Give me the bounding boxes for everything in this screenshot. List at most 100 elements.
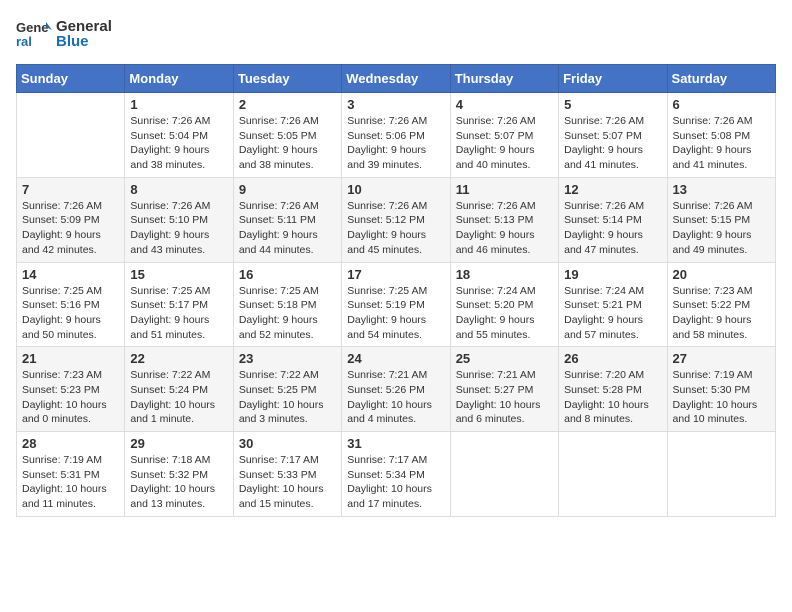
weekday-header-wednesday: Wednesday bbox=[342, 65, 450, 93]
calendar-cell: 18 Sunrise: 7:24 AM Sunset: 5:20 PM Dayli… bbox=[450, 262, 558, 347]
calendar-cell: 15Sunrise: 7:25 AM Sunset: 5:17 PM Dayli… bbox=[125, 262, 233, 347]
day-info: Sunrise: 7:26 AM Sunset: 5:14 PM Dayligh… bbox=[564, 199, 661, 258]
calendar-cell: 19 Sunrise: 7:24 AM Sunset: 5:21 PM Dayli… bbox=[559, 262, 667, 347]
day-number: 12 bbox=[564, 182, 661, 197]
calendar-week-row: 14 Sunrise: 7:25 AM Sunset: 5:16 PM Dayli… bbox=[17, 262, 776, 347]
day-info: Sunrise: 7:19 AM Sunset: 5:30 PM Dayligh… bbox=[673, 368, 770, 427]
day-number: 11 bbox=[456, 182, 553, 197]
calendar-cell: 10 Sunrise: 7:26 AM Sunset: 5:12 PM Dayli… bbox=[342, 177, 450, 262]
day-number: 5 bbox=[564, 97, 661, 112]
calendar-week-row: 28 Sunrise: 7:19 AM Sunset: 5:31 PM Dayli… bbox=[17, 432, 776, 517]
logo: Gene ral General Blue bbox=[16, 16, 112, 52]
day-info: Sunrise: 7:17 AM Sunset: 5:33 PM Dayligh… bbox=[239, 453, 336, 512]
weekday-header-tuesday: Tuesday bbox=[233, 65, 341, 93]
logo-blue: Blue bbox=[56, 33, 89, 50]
weekday-header-friday: Friday bbox=[559, 65, 667, 93]
day-number: 24 bbox=[347, 351, 444, 366]
day-info: Sunrise: 7:24 AM Sunset: 5:20 PM Dayligh… bbox=[456, 284, 553, 343]
day-number: 8 bbox=[130, 182, 227, 197]
day-number: 21 bbox=[22, 351, 119, 366]
day-number: 13 bbox=[673, 182, 770, 197]
day-info: Sunrise: 7:25 AM Sunset: 5:19 PM Dayligh… bbox=[347, 284, 444, 343]
day-info: Sunrise: 7:26 AM Sunset: 5:12 PM Dayligh… bbox=[347, 199, 444, 258]
calendar-table: SundayMondayTuesdayWednesdayThursdayFrid… bbox=[16, 64, 776, 517]
day-info: Sunrise: 7:26 AM Sunset: 5:10 PM Dayligh… bbox=[130, 199, 227, 258]
day-number: 9 bbox=[239, 182, 336, 197]
day-number: 28 bbox=[22, 436, 119, 451]
weekday-header-saturday: Saturday bbox=[667, 65, 775, 93]
calendar-cell: 8 Sunrise: 7:26 AM Sunset: 5:10 PM Daylig… bbox=[125, 177, 233, 262]
day-info: Sunrise: 7:26 AM Sunset: 5:06 PM Dayligh… bbox=[347, 114, 444, 173]
day-number: 26 bbox=[564, 351, 661, 366]
day-info: Sunrise: 7:21 AM Sunset: 5:26 PM Dayligh… bbox=[347, 368, 444, 427]
day-number: 3 bbox=[347, 97, 444, 112]
day-number: 16 bbox=[239, 267, 336, 282]
day-number: 27 bbox=[673, 351, 770, 366]
day-info: Sunrise: 7:25 AM Sunset: 5:17 PM Dayligh… bbox=[130, 284, 227, 343]
page-header: Gene ral General Blue bbox=[16, 16, 776, 52]
calendar-cell: 6 Sunrise: 7:26 AM Sunset: 5:08 PM Daylig… bbox=[667, 93, 775, 178]
day-number: 31 bbox=[347, 436, 444, 451]
calendar-cell: 27 Sunrise: 7:19 AM Sunset: 5:30 PM Dayli… bbox=[667, 347, 775, 432]
day-info: Sunrise: 7:24 AM Sunset: 5:21 PM Dayligh… bbox=[564, 284, 661, 343]
day-info: Sunrise: 7:26 AM Sunset: 5:07 PM Dayligh… bbox=[564, 114, 661, 173]
calendar-cell: 7 Sunrise: 7:26 AM Sunset: 5:09 PM Daylig… bbox=[17, 177, 125, 262]
calendar-cell: 12 Sunrise: 7:26 AM Sunset: 5:14 PM Dayli… bbox=[559, 177, 667, 262]
day-number: 6 bbox=[673, 97, 770, 112]
calendar-cell: 1 Sunrise: 7:26 AM Sunset: 5:04 PM Daylig… bbox=[125, 93, 233, 178]
calendar-cell: 16 Sunrise: 7:25 AM Sunset: 5:18 PM Dayli… bbox=[233, 262, 341, 347]
calendar-cell: 11Sunrise: 7:26 AM Sunset: 5:13 PM Dayli… bbox=[450, 177, 558, 262]
weekday-header-row: SundayMondayTuesdayWednesdayThursdayFrid… bbox=[17, 65, 776, 93]
day-number: 25 bbox=[456, 351, 553, 366]
day-info: Sunrise: 7:26 AM Sunset: 5:07 PM Dayligh… bbox=[456, 114, 553, 173]
calendar-cell: 22 Sunrise: 7:22 AM Sunset: 5:24 PM Dayli… bbox=[125, 347, 233, 432]
calendar-cell: 29Sunrise: 7:18 AM Sunset: 5:32 PM Dayli… bbox=[125, 432, 233, 517]
calendar-cell: 23 Sunrise: 7:22 AM Sunset: 5:25 PM Dayli… bbox=[233, 347, 341, 432]
calendar-cell bbox=[559, 432, 667, 517]
day-number: 20 bbox=[673, 267, 770, 282]
calendar-cell: 25Sunrise: 7:21 AM Sunset: 5:27 PM Dayli… bbox=[450, 347, 558, 432]
calendar-cell: 2 Sunrise: 7:26 AM Sunset: 5:05 PM Daylig… bbox=[233, 93, 341, 178]
day-info: Sunrise: 7:23 AM Sunset: 5:22 PM Dayligh… bbox=[673, 284, 770, 343]
day-info: Sunrise: 7:25 AM Sunset: 5:18 PM Dayligh… bbox=[239, 284, 336, 343]
calendar-cell: 17 Sunrise: 7:25 AM Sunset: 5:19 PM Dayli… bbox=[342, 262, 450, 347]
day-number: 1 bbox=[130, 97, 227, 112]
calendar-cell: 14 Sunrise: 7:25 AM Sunset: 5:16 PM Dayli… bbox=[17, 262, 125, 347]
calendar-cell: 26Sunrise: 7:20 AM Sunset: 5:28 PM Dayli… bbox=[559, 347, 667, 432]
day-number: 29 bbox=[130, 436, 227, 451]
calendar-week-row: 21Sunrise: 7:23 AM Sunset: 5:23 PM Dayli… bbox=[17, 347, 776, 432]
weekday-header-monday: Monday bbox=[125, 65, 233, 93]
day-number: 17 bbox=[347, 267, 444, 282]
day-number: 18 bbox=[456, 267, 553, 282]
calendar-cell bbox=[17, 93, 125, 178]
day-number: 19 bbox=[564, 267, 661, 282]
day-number: 10 bbox=[347, 182, 444, 197]
day-info: Sunrise: 7:26 AM Sunset: 5:05 PM Dayligh… bbox=[239, 114, 336, 173]
calendar-cell: 4Sunrise: 7:26 AM Sunset: 5:07 PM Daylig… bbox=[450, 93, 558, 178]
day-number: 30 bbox=[239, 436, 336, 451]
day-info: Sunrise: 7:22 AM Sunset: 5:24 PM Dayligh… bbox=[130, 368, 227, 427]
svg-text:Gene: Gene bbox=[16, 20, 49, 35]
day-info: Sunrise: 7:26 AM Sunset: 5:04 PM Dayligh… bbox=[130, 114, 227, 173]
day-number: 14 bbox=[22, 267, 119, 282]
calendar-cell: 5 Sunrise: 7:26 AM Sunset: 5:07 PM Daylig… bbox=[559, 93, 667, 178]
logo-svg: Gene ral bbox=[16, 16, 52, 52]
day-info: Sunrise: 7:26 AM Sunset: 5:09 PM Dayligh… bbox=[22, 199, 119, 258]
day-info: Sunrise: 7:26 AM Sunset: 5:11 PM Dayligh… bbox=[239, 199, 336, 258]
day-info: Sunrise: 7:22 AM Sunset: 5:25 PM Dayligh… bbox=[239, 368, 336, 427]
calendar-week-row: 7 Sunrise: 7:26 AM Sunset: 5:09 PM Daylig… bbox=[17, 177, 776, 262]
calendar-cell bbox=[667, 432, 775, 517]
day-info: Sunrise: 7:19 AM Sunset: 5:31 PM Dayligh… bbox=[22, 453, 119, 512]
svg-text:ral: ral bbox=[16, 34, 32, 49]
day-number: 22 bbox=[130, 351, 227, 366]
weekday-header-thursday: Thursday bbox=[450, 65, 558, 93]
calendar-cell: 28 Sunrise: 7:19 AM Sunset: 5:31 PM Dayli… bbox=[17, 432, 125, 517]
calendar-cell bbox=[450, 432, 558, 517]
day-number: 2 bbox=[239, 97, 336, 112]
calendar-week-row: 1 Sunrise: 7:26 AM Sunset: 5:04 PM Daylig… bbox=[17, 93, 776, 178]
day-info: Sunrise: 7:25 AM Sunset: 5:16 PM Dayligh… bbox=[22, 284, 119, 343]
day-info: Sunrise: 7:26 AM Sunset: 5:15 PM Dayligh… bbox=[673, 199, 770, 258]
day-number: 7 bbox=[22, 182, 119, 197]
day-number: 23 bbox=[239, 351, 336, 366]
day-info: Sunrise: 7:26 AM Sunset: 5:08 PM Dayligh… bbox=[673, 114, 770, 173]
